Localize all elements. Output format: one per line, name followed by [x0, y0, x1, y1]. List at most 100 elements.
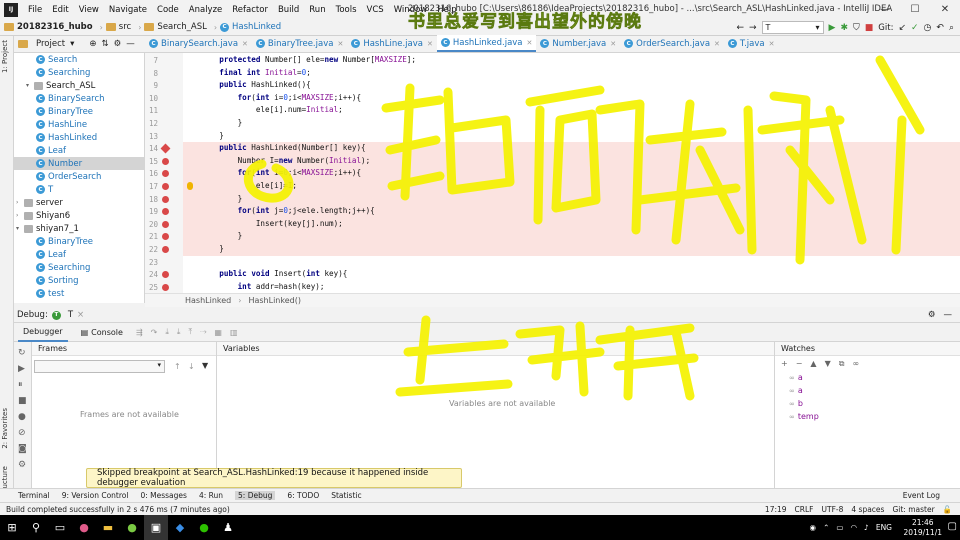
line-separator[interactable]: CRLF [795, 505, 814, 514]
menu-item-file[interactable]: File [23, 5, 47, 15]
run-icon[interactable]: ▶ [829, 23, 836, 33]
step-out-icon[interactable]: ⤒ [188, 327, 192, 337]
hide-icon[interactable]: — [944, 310, 953, 320]
tree-item[interactable]: CT [14, 183, 144, 196]
tab-console[interactable]: ▤ Console [76, 323, 128, 342]
editor-tab[interactable]: C OrderSearch.java ✕ [620, 35, 724, 52]
menu-item-vcs[interactable]: VCS [362, 5, 389, 15]
vcs-update-icon[interactable]: ↙ [898, 23, 906, 33]
forward-arrow-icon[interactable]: → [749, 23, 757, 33]
breakpoint-icon[interactable] [162, 233, 169, 241]
tree-item[interactable]: C Leaf [14, 248, 144, 261]
watch-item[interactable]: ∞ b [775, 397, 960, 410]
project-view-select[interactable]: Project [36, 39, 65, 49]
gear-icon[interactable]: ⚙ [114, 39, 122, 49]
tree-item[interactable]: C BinarySearch [14, 92, 144, 105]
close-icon[interactable]: ✕ [427, 40, 433, 48]
input-language[interactable]: ENG [876, 523, 892, 532]
tree-item[interactable]: C Sorting [14, 274, 144, 287]
debug-session-tab[interactable]: T [68, 310, 73, 320]
bottom-tool-statistic[interactable]: Statistic [331, 491, 361, 500]
vcs-history-icon[interactable]: ◷ [924, 23, 932, 33]
expand-arrow-icon[interactable]: ▾ [26, 82, 34, 89]
up-arrow-icon[interactable]: ↑ [174, 362, 181, 371]
editor-tab[interactable]: C BinaryTree.java ✕ [252, 35, 347, 52]
nav-src[interactable]: src [105, 22, 131, 32]
tree-item[interactable]: C BinaryTree [14, 235, 144, 248]
breadcrumb-class[interactable]: HashLinked [185, 296, 231, 305]
tab-debugger[interactable]: Debugger [18, 323, 68, 342]
breakpoint-icon[interactable] [162, 271, 169, 279]
close-icon[interactable]: ✕ [610, 40, 616, 48]
tree-item[interactable]: C Search [14, 53, 144, 66]
bottom-tool-run[interactable]: 4: Run [199, 491, 223, 500]
battery-icon[interactable]: ▭ [836, 523, 843, 532]
menu-item-refactor[interactable]: Refactor [227, 5, 273, 15]
nav-file[interactable]: C HashLinked [220, 22, 281, 32]
menu-item-edit[interactable]: Edit [47, 5, 73, 15]
down-arrow-icon[interactable]: ↓ [188, 362, 195, 371]
windows-start-icon[interactable]: ⊞ [0, 515, 24, 540]
filter-icon[interactable]: ▼ [202, 361, 208, 370]
code-editor[interactable]: 7 8 9 10 11 12 13 14 15 16 17 18 19 20 21 22 23 24 25 prot… [145, 53, 960, 293]
hide-icon[interactable]: — [126, 39, 135, 49]
tree-item[interactable]: Ctest [14, 287, 144, 300]
task-view-icon[interactable]: ▭ [48, 515, 72, 540]
layout-icon[interactable]: ▥ [230, 328, 238, 337]
bottom-tool-terminal[interactable]: Terminal [18, 491, 50, 500]
stop-icon[interactable]: ■ [18, 396, 27, 406]
bottom-tool-todo[interactable]: 6: TODO [287, 491, 319, 500]
step-over-icon[interactable]: ↷ [151, 328, 158, 337]
git-branch[interactable]: Git: master [892, 505, 934, 514]
tree-item[interactable]: C Searching [14, 261, 144, 274]
tree-item[interactable]: C HashLine [14, 118, 144, 131]
breadcrumb-method[interactable]: HashLinked() [248, 296, 301, 305]
indent-setting[interactable]: 4 spaces [851, 505, 884, 514]
locate-icon[interactable]: ⊕ [89, 39, 96, 49]
caret-position[interactable]: 17:19 [765, 505, 787, 514]
favorites-tool-tab[interactable]: 2: Favorites [1, 408, 9, 449]
resume-icon[interactable]: ▶ [18, 364, 25, 374]
view-breakpoints-icon[interactable]: ● [18, 412, 26, 422]
breakpoint-icon[interactable] [162, 208, 169, 216]
tree-item[interactable]: C Leaf [14, 144, 144, 157]
back-arrow-icon[interactable]: ← [736, 23, 744, 33]
force-step-into-icon[interactable]: ⤓ [177, 327, 181, 337]
tree-item[interactable]: C BinaryTree [14, 105, 144, 118]
breakpoint-icon[interactable] [162, 170, 169, 178]
nav-project[interactable]: 20182316_hubo [4, 22, 93, 32]
tree-item[interactable]: C Searching [14, 66, 144, 79]
copy-icon[interactable]: ⧉ [839, 359, 845, 369]
menu-item-view[interactable]: View [74, 5, 104, 15]
editor-tab[interactable]: C HashLine.java ✕ [347, 35, 437, 52]
nav-package[interactable]: Search_ASL [144, 22, 207, 32]
expand-arrow-icon[interactable]: ▾ [16, 225, 24, 232]
menu-item-run[interactable]: Run [304, 5, 330, 15]
bottom-tool-messages[interactable]: 0: Messages [140, 491, 186, 500]
status-message[interactable]: Build completed successfully in 2 s 476 … [6, 505, 230, 514]
close-icon[interactable]: ✕ [714, 40, 720, 48]
wechat-icon[interactable]: ● [192, 515, 216, 540]
breakpoint-icon[interactable] [162, 283, 169, 291]
clock[interactable]: 21:46 2019/11/1 [904, 518, 942, 538]
show-execution-point-icon[interactable]: ⇶ [136, 328, 143, 337]
intellij-taskbar-icon[interactable]: ▣ [144, 515, 168, 540]
blue-app-icon[interactable]: ◆ [168, 515, 192, 540]
expand-arrow-icon[interactable]: › [16, 212, 24, 219]
up-icon[interactable]: ▲ [810, 359, 816, 368]
close-icon[interactable]: ✕ [242, 40, 248, 48]
gear-icon[interactable]: ⚙ [18, 460, 26, 470]
tray-app-icon[interactable]: ◉ [810, 523, 817, 532]
run-to-cursor-icon[interactable]: ⤑ [200, 327, 206, 337]
tree-item[interactable]: ▾ shiyan7_1 [14, 222, 144, 235]
close-icon[interactable]: × [77, 310, 84, 320]
network-icon[interactable]: ◠ [850, 523, 857, 532]
collapse-icon[interactable]: ⇅ [102, 39, 109, 49]
remove-icon[interactable]: − [796, 359, 803, 368]
editor-tab[interactable]: C HashLinked.java ✕ [436, 35, 537, 52]
method-breakpoint-icon[interactable] [160, 143, 171, 154]
mute-breakpoints-icon[interactable]: ⊘ [18, 428, 26, 438]
debug-icon[interactable]: ✱ [840, 23, 848, 33]
close-icon[interactable]: ✕ [527, 39, 533, 47]
tree-item[interactable]: C HashLinked [14, 131, 144, 144]
